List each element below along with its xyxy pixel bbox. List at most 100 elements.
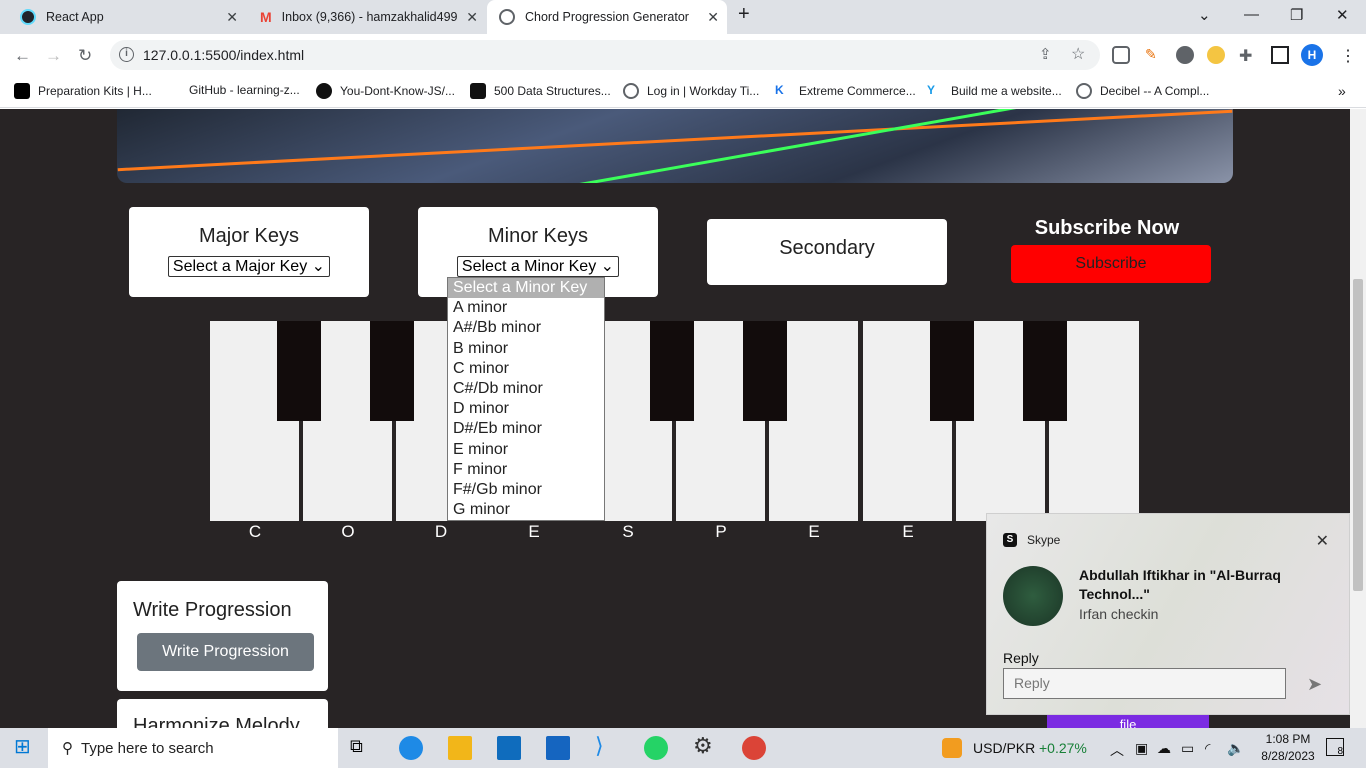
select-value: Select a Minor Key <box>461 258 597 275</box>
bulb-extension-icon[interactable] <box>1207 46 1225 64</box>
star-icon[interactable]: ☆ <box>1071 44 1085 64</box>
bookmark-item[interactable]: K Extreme Commerce... <box>775 83 916 99</box>
dropdown-option[interactable]: C minor <box>448 359 604 379</box>
meet-now-icon[interactable]: ▣ <box>1135 740 1148 757</box>
dropdown-option[interactable]: G minor <box>448 500 604 520</box>
taskbar-search[interactable]: ⚲ Type here to search <box>48 728 338 768</box>
onedrive-icon[interactable]: ☁ <box>1157 740 1171 757</box>
close-tab-icon[interactable]: ✕ <box>707 9 719 26</box>
whatsapp-icon[interactable] <box>644 736 668 760</box>
share-icon[interactable]: ⇪ <box>1039 45 1052 63</box>
weather-icon <box>942 738 962 758</box>
date-text: 8/28/2023 <box>1261 749 1315 763</box>
react-icon <box>20 9 36 25</box>
send-icon[interactable]: ➤ <box>1307 674 1322 695</box>
minor-key-select[interactable]: Select a Minor Key ⌄ <box>456 256 620 277</box>
chevron-down-icon: ⌄ <box>311 258 326 275</box>
dropdown-option[interactable]: Select a Minor Key <box>448 278 604 299</box>
bookmark-item[interactable]: GitHub - learning-z... <box>189 83 300 97</box>
dropdown-option[interactable]: A minor <box>448 298 604 318</box>
bookmark-item[interactable]: 500 Data Structures... <box>470 83 611 99</box>
info-icon[interactable]: i <box>119 47 134 62</box>
file-explorer-icon[interactable] <box>448 736 472 760</box>
dropdown-option[interactable]: F minor <box>448 460 604 480</box>
secondary-card[interactable]: Secondary <box>707 219 947 285</box>
clock[interactable]: 1:08 PM 8/28/2023 <box>1258 732 1318 763</box>
restore-icon[interactable]: ❐ <box>1290 6 1303 24</box>
menu-kebab-icon[interactable]: ⋮ <box>1340 46 1358 65</box>
page-scrollbar[interactable] <box>1350 109 1366 728</box>
harmonize-melody-title: Harmonize Melody <box>133 715 300 728</box>
edge-icon[interactable] <box>399 736 423 760</box>
close-window-icon[interactable]: ✕ <box>1336 6 1349 24</box>
dropdown-option[interactable]: C#/Db minor <box>448 379 604 399</box>
tab-gmail[interactable]: M Inbox (9,366) - hamzakhalid4992( ✕ <box>248 0 486 34</box>
puzzle-extensions-icon[interactable]: ✚ <box>1239 46 1257 65</box>
color-picker-extension-icon[interactable]: ✎ <box>1145 46 1163 64</box>
profile-avatar[interactable]: H <box>1301 44 1323 66</box>
new-tab-icon[interactable]: + <box>738 3 750 26</box>
time-text: 1:08 PM <box>1265 732 1311 746</box>
black-key[interactable] <box>370 321 414 421</box>
bookmark-item[interactable]: Preparation Kits | H... <box>14 83 152 99</box>
subscribe-button[interactable]: Subscribe <box>1011 245 1211 283</box>
secondary-title: Secondary <box>779 237 875 259</box>
reply-input[interactable]: Reply <box>1003 668 1286 699</box>
battery-icon[interactable]: ▭ <box>1181 740 1194 757</box>
dropdown-option[interactable]: E minor <box>448 440 604 460</box>
side-panel-icon[interactable] <box>1271 46 1289 64</box>
black-key[interactable] <box>277 321 321 421</box>
bookmark-label: Log in | Workday Ti... <box>647 84 760 98</box>
minimize-icon[interactable]: — <box>1244 6 1259 23</box>
sender-name: Abdullah Iftikhar in "Al-Burraq Technol.… <box>1079 567 1281 602</box>
bookmark-item[interactable]: Decibel -- A Compl... <box>1076 83 1209 99</box>
mixer-banner-image <box>117 109 1233 183</box>
major-key-select[interactable]: Select a Major Key ⌄ <box>167 256 331 277</box>
windows-start-icon[interactable]: ⊞ <box>14 734 38 758</box>
skype-notification: S Skype ✕ Abdullah Iftikhar in "Al-Burraq… <box>986 513 1350 715</box>
scrollbar-thumb[interactable] <box>1353 279 1363 591</box>
skype-icon: S <box>1003 533 1017 547</box>
write-progression-button[interactable]: Write Progression <box>137 633 314 671</box>
black-key[interactable] <box>650 321 694 421</box>
settings-gear-icon[interactable]: ⚙ <box>693 733 717 758</box>
back-icon[interactable]: ← <box>14 46 31 66</box>
bookmark-item[interactable]: Y Build me a website... <box>927 83 1062 99</box>
more-bookmarks-icon[interactable]: » <box>1338 83 1346 99</box>
avatar <box>1003 566 1063 626</box>
store-icon[interactable] <box>546 736 570 760</box>
close-tab-icon[interactable]: ✕ <box>226 9 238 26</box>
dropdown-option[interactable]: F#/Gb minor <box>448 480 604 500</box>
shield-extension-icon[interactable] <box>1112 46 1130 64</box>
tab-react-app[interactable]: React App ✕ <box>8 0 246 34</box>
chevron-up-icon[interactable]: ︿ <box>1110 740 1124 760</box>
wifi-icon[interactable]: ◜ <box>1205 740 1210 757</box>
task-view-icon[interactable]: ⧉ <box>350 736 374 760</box>
key-letter: D <box>434 522 448 541</box>
tab-chord-generator[interactable]: Chord Progression Generator ✕ <box>487 0 727 34</box>
close-tab-icon[interactable]: ✕ <box>466 9 478 26</box>
mail-icon[interactable] <box>497 736 521 760</box>
forward-icon[interactable]: → <box>45 46 62 66</box>
bookmark-item[interactable]: You-Dont-Know-JS/... <box>316 83 455 99</box>
black-key[interactable] <box>930 321 974 421</box>
dropdown-option[interactable]: D#/Eb minor <box>448 419 604 439</box>
file-button[interactable]: file <box>1047 713 1209 728</box>
black-key[interactable] <box>743 321 787 421</box>
dropdown-option[interactable]: D minor <box>448 399 604 419</box>
black-key[interactable] <box>1023 321 1067 421</box>
volume-icon[interactable]: 🔈 <box>1227 740 1244 757</box>
address-bar[interactable]: i 127.0.0.1:5500/index.html ⇪ ☆ <box>110 40 1100 70</box>
extension-x-icon[interactable] <box>1176 46 1194 64</box>
reload-icon[interactable]: ↻ <box>78 46 92 66</box>
chevron-down-icon[interactable]: ⌄ <box>1198 6 1211 24</box>
currency-change: +0.27% <box>1039 740 1087 756</box>
close-icon[interactable]: ✕ <box>1316 531 1329 551</box>
dropdown-option[interactable]: B minor <box>448 339 604 359</box>
chrome-icon[interactable] <box>742 736 766 760</box>
dropdown-option[interactable]: A#/Bb minor <box>448 318 604 338</box>
notification-center-icon[interactable]: 8 <box>1326 738 1344 757</box>
tab-label: Inbox (9,366) - hamzakhalid4992( <box>281 10 457 24</box>
bookmark-item[interactable]: Log in | Workday Ti... <box>623 83 759 99</box>
vscode-icon[interactable]: ⟩ <box>595 733 619 758</box>
